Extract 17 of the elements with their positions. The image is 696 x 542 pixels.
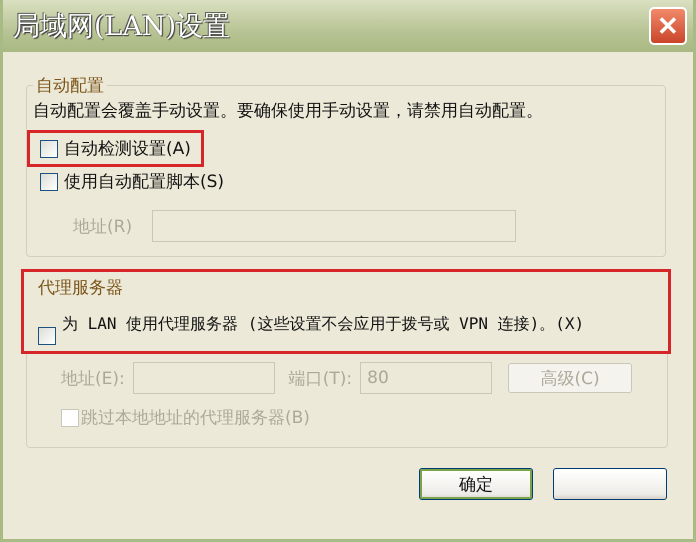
close-button[interactable]: ✕ — [649, 7, 687, 45]
checkbox[interactable] — [40, 140, 58, 158]
checkbox-label: 自动检测设置(A) — [64, 138, 191, 160]
field-label: 端口(T): — [288, 368, 352, 390]
field-label: 地址(E): — [61, 368, 125, 390]
checkbox-label: 使用自动配置脚本(S) — [64, 171, 224, 193]
group-legend: 代理服务器 — [38, 276, 658, 299]
group-legend: 自动配置 — [33, 74, 107, 97]
description-text: 自动配置会覆盖手动设置。要确保使用手动设置，请禁用自动配置。 — [33, 100, 544, 122]
checkbox-label: 为 LAN 使用代理服务器 (这些设置不会应用于拨号或 VPN 连接)。(X) — [62, 313, 586, 335]
ok-button[interactable]: 确定 — [419, 468, 533, 500]
checkbox-label: 跳过本地地址的代理服务器(B) — [81, 407, 310, 429]
field-label: 地址(R) — [73, 216, 132, 238]
dialog-button[interactable] — [553, 468, 667, 500]
window-title: 局域网(LAN)设置 — [13, 10, 230, 44]
checkbox[interactable] — [38, 327, 56, 345]
checkbox[interactable] — [40, 172, 58, 190]
